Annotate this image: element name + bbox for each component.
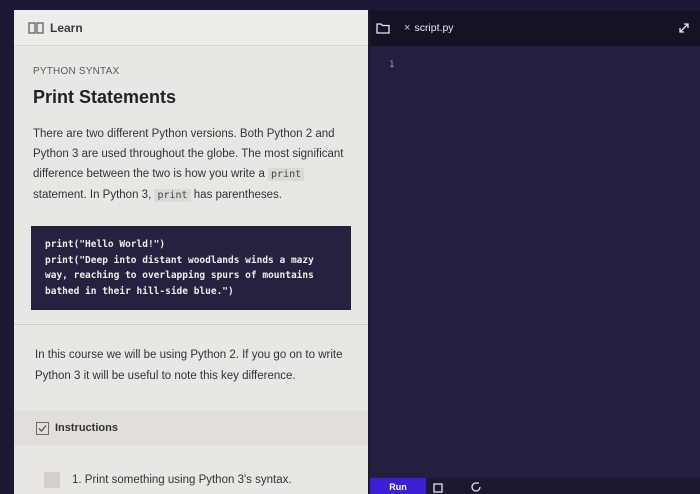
expand-icon[interactable] <box>678 22 690 34</box>
instructions-label: Instructions <box>55 422 118 434</box>
code-line: print("Hello World!") <box>45 239 166 250</box>
lesson-content: PYTHON SYNTAX Print Statements There are… <box>14 66 368 387</box>
lesson-paragraph-1: There are two different Python versions.… <box>33 124 349 206</box>
task-checkbox[interactable] <box>44 471 60 488</box>
tab-label: script.py <box>414 22 454 34</box>
tab-script-py[interactable]: × script.py <box>404 22 454 34</box>
folder-icon[interactable] <box>376 22 390 34</box>
instructions-header[interactable]: Instructions <box>14 410 368 446</box>
lesson-paragraph-2: In this course we will be using Python 2… <box>35 349 343 382</box>
learn-title: Learn <box>50 20 83 35</box>
code-line: bathed in their hill-side blue.") <box>45 285 234 297</box>
checkbox-icon <box>36 421 49 435</box>
code-line: way, reaching to overlapping spurs of mo… <box>45 270 314 281</box>
task-text: 1. Print something using Python 3's synt… <box>72 473 292 486</box>
inline-code: print <box>154 189 191 202</box>
section-label: PYTHON SYNTAX <box>33 66 120 77</box>
divider <box>14 324 368 325</box>
inline-code: print <box>268 168 305 181</box>
page-title: Print Statements <box>33 87 177 107</box>
learn-header: Learn <box>14 10 368 46</box>
learn-panel: Learn PYTHON SYNTAX Print Statements The… <box>14 10 368 494</box>
para-text: has parentheses. <box>190 189 282 201</box>
run-button[interactable]: Run <box>370 478 426 494</box>
task-item[interactable]: 1. Print something using Python 3's synt… <box>14 465 368 494</box>
code-example: print("Hello World!") print("Deep into d… <box>31 226 351 310</box>
copy-icon[interactable] <box>432 481 444 493</box>
para-text: statement. In Python 3, <box>33 189 155 201</box>
editor-tab-bar: × script.py <box>370 10 700 46</box>
editor-bottom-bar: Run <box>370 478 700 494</box>
close-icon[interactable]: × <box>404 22 410 34</box>
code-editor[interactable]: 1 <box>370 46 700 494</box>
code-line: print("Deep into distant woodlands winds… <box>45 254 314 266</box>
line-number: 1 <box>389 60 395 70</box>
refresh-icon[interactable] <box>470 481 482 493</box>
book-icon <box>28 21 44 34</box>
